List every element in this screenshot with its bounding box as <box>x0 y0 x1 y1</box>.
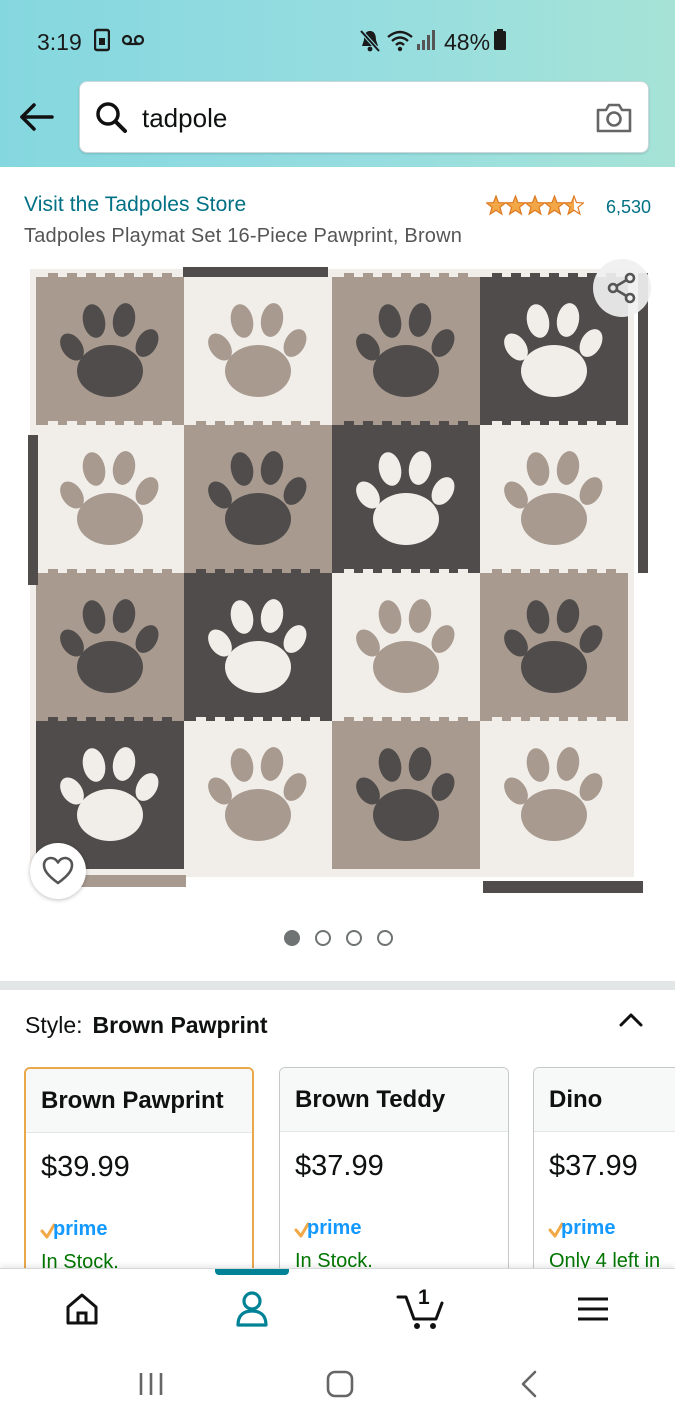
bottom-nav <box>0 1268 675 1347</box>
camera-icon[interactable] <box>594 100 634 136</box>
mat-tile <box>332 273 480 425</box>
style-option-price: $37.99 <box>295 1150 384 1182</box>
mat-tile <box>36 273 184 425</box>
star-icon <box>504 194 527 216</box>
back-arrow-icon[interactable] <box>17 97 57 137</box>
system-nav-bar <box>0 1347 675 1425</box>
search-input[interactable] <box>142 96 562 140</box>
mat-tile <box>480 569 628 721</box>
style-label: Style: <box>25 1012 83 1038</box>
nav-active-indicator <box>215 1269 289 1275</box>
prime-logo: prime <box>294 1217 361 1239</box>
mat-tile <box>332 717 480 869</box>
pagination-dot[interactable] <box>284 930 300 946</box>
style-option-name: Brown Teddy <box>280 1068 508 1132</box>
mat-tile <box>184 273 332 425</box>
product-image[interactable] <box>28 263 648 895</box>
pagination-dot[interactable] <box>346 930 362 946</box>
product-title: Tadpoles Playmat Set 16-Piece Pawprint, … <box>24 225 463 247</box>
image-pagination <box>284 930 394 946</box>
style-option-brown-teddy[interactable]: Brown Teddy $37.99 prime In Stock. <box>279 1067 509 1297</box>
style-option-name: Dino <box>534 1068 675 1132</box>
search-bar[interactable] <box>79 81 649 153</box>
wifi-icon <box>386 28 414 58</box>
mat-tile <box>184 421 332 573</box>
account-icon[interactable] <box>230 1287 274 1331</box>
voicemail-icon <box>121 28 145 58</box>
battery-percent: 48% <box>444 29 491 55</box>
style-option-price: $39.99 <box>41 1151 130 1183</box>
rating-stars[interactable] <box>484 194 586 217</box>
style-option-dino[interactable]: Dino $37.99 prime Only 4 left in <box>533 1067 675 1297</box>
menu-icon[interactable] <box>571 1287 615 1331</box>
share-button[interactable] <box>593 259 651 317</box>
mat-tile <box>36 569 184 721</box>
style-option-brown-pawprint[interactable]: Brown Pawprint $39.99 prime In Stock. <box>24 1067 254 1297</box>
pagination-dot[interactable] <box>377 930 393 946</box>
style-heading: Style: Brown Pawprint <box>25 1012 268 1039</box>
pagination-dot[interactable] <box>315 930 331 946</box>
star-icon <box>562 194 586 216</box>
mat-tile <box>332 421 480 573</box>
search-icon[interactable] <box>94 100 130 136</box>
status-bar: 3:19 48% <box>0 0 675 80</box>
svg-text:prime: prime <box>53 1218 107 1240</box>
mat-tile <box>480 421 628 573</box>
chevron-up-icon[interactable] <box>617 1009 645 1029</box>
style-option-name: Brown Pawprint <box>26 1069 252 1133</box>
share-icon <box>607 272 636 304</box>
star-icon <box>543 194 566 216</box>
mute-icon <box>358 28 382 60</box>
home-icon[interactable] <box>60 1287 104 1331</box>
prime-logo: prime <box>40 1218 107 1240</box>
sim-icon <box>93 28 111 58</box>
header: 3:19 48% <box>0 0 675 167</box>
mat-tile <box>184 717 332 869</box>
style-option-price: $37.99 <box>549 1150 638 1182</box>
wishlist-button[interactable] <box>30 843 86 899</box>
mat-tile <box>332 569 480 721</box>
home-button-icon[interactable] <box>325 1369 355 1404</box>
section-divider <box>0 981 675 990</box>
mat-tile <box>480 717 628 869</box>
mat-tile <box>36 421 184 573</box>
battery-icon <box>493 28 507 58</box>
star-icon <box>523 194 547 216</box>
cart-count: 1 <box>418 1286 430 1309</box>
heart-icon <box>42 856 74 885</box>
svg-text:prime: prime <box>561 1217 615 1239</box>
signal-icon <box>416 28 438 58</box>
store-link[interactable]: Visit the Tadpoles Store <box>24 193 246 217</box>
rating-count[interactable]: 6,530 <box>606 197 651 218</box>
style-selected-value: Brown Pawprint <box>92 1012 268 1038</box>
status-time: 3:19 <box>37 29 82 55</box>
prime-logo: prime <box>548 1217 615 1239</box>
recent-apps-icon[interactable] <box>136 1369 166 1404</box>
star-icon <box>484 194 508 216</box>
system-back-icon[interactable] <box>515 1369 545 1404</box>
mat-tile <box>184 569 332 721</box>
svg-text:prime: prime <box>307 1217 361 1239</box>
